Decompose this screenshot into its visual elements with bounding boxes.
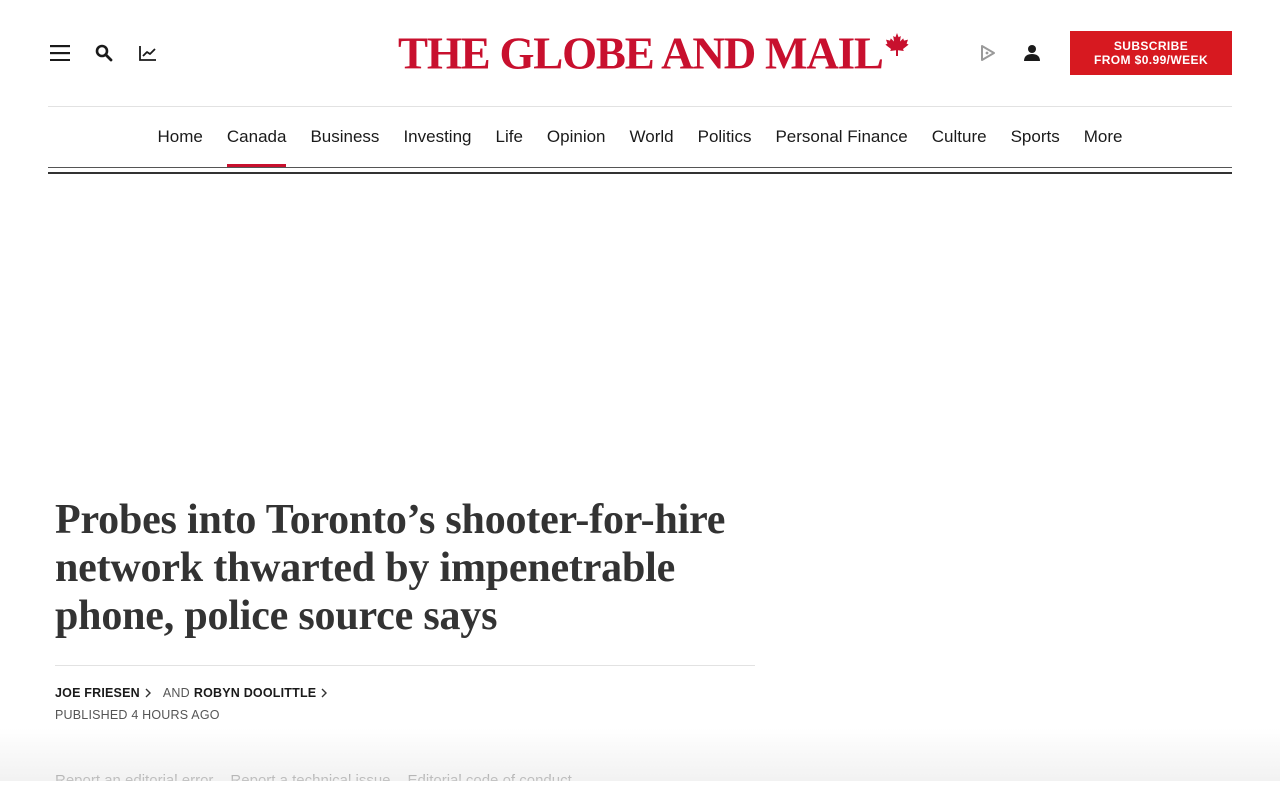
nav-divider-thick (48, 172, 1232, 174)
audio-button[interactable] (976, 41, 1000, 65)
byline-conjunction: AND (162, 686, 190, 700)
nav-item-life[interactable]: Life (495, 107, 522, 168)
nav-item-more[interactable]: More (1084, 107, 1123, 168)
article-headline: Probes into Toronto’s shooter-for-hire n… (55, 497, 726, 639)
nav-item-opinion[interactable]: Opinion (547, 107, 606, 168)
masthead: THE GLOBE AND MAIL SUBSCRIBE FROM $0.99/… (48, 0, 1232, 106)
subscribe-button[interactable]: SUBSCRIBE FROM $0.99/WEEK (1070, 31, 1232, 75)
maple-leaf-icon (885, 33, 909, 56)
markets-button[interactable] (136, 41, 160, 65)
published-timestamp: PUBLISHED 4 HOURS AGO (55, 708, 220, 722)
right-tools: SUBSCRIBE FROM $0.99/WEEK (976, 31, 1232, 75)
search-button[interactable] (92, 41, 116, 65)
section-nav: Home Canada Business Investing Life Opin… (48, 106, 1232, 174)
chevron-right-icon (145, 688, 151, 698)
author-name: ROBYN DOOLITTLE (193, 686, 317, 700)
subscribe-line-2: FROM $0.99/WEEK (1093, 53, 1209, 67)
author-link-joe-friesen[interactable]: JOE FRIESEN (55, 685, 151, 701)
bottom-bar (0, 781, 1280, 800)
section-nav-list: Home Canada Business Investing Life Opin… (48, 107, 1232, 168)
nav-item-home[interactable]: Home (158, 107, 203, 168)
chevron-right-icon (321, 688, 328, 698)
menu-button[interactable] (48, 41, 72, 65)
play-icon (981, 45, 995, 61)
left-tools (48, 41, 160, 65)
author-link-robyn-doolittle[interactable]: ROBYN DOOLITTLE (193, 685, 328, 701)
nav-item-investing[interactable]: Investing (403, 107, 471, 168)
nav-item-personal-finance[interactable]: Personal Finance (775, 107, 907, 168)
logo-text: THE GLOBE AND MAIL (398, 27, 884, 79)
nav-item-sports[interactable]: Sports (1011, 107, 1060, 168)
subscribe-line-1: SUBSCRIBE (1113, 39, 1189, 53)
search-icon (95, 44, 113, 62)
nav-item-business[interactable]: Business (310, 107, 379, 168)
account-button[interactable] (1020, 41, 1044, 65)
nav-item-politics[interactable]: Politics (698, 107, 752, 168)
site-logo[interactable]: THE GLOBE AND MAIL (398, 30, 910, 76)
author-name: JOE FRIESEN (55, 686, 140, 700)
nav-item-canada[interactable]: Canada (226, 107, 286, 168)
article-header: Probes into Toronto’s shooter-for-hire n… (55, 496, 755, 640)
menu-icon (50, 45, 70, 61)
chart-icon (139, 46, 156, 61)
byline-divider (55, 665, 755, 666)
byline: JOE FRIESEN AND ROBYN DOOLITTLE (55, 685, 328, 701)
account-icon (1024, 45, 1040, 61)
nav-divider-thin (48, 167, 1232, 168)
nav-item-world[interactable]: World (630, 107, 674, 168)
nav-item-culture[interactable]: Culture (932, 107, 987, 168)
